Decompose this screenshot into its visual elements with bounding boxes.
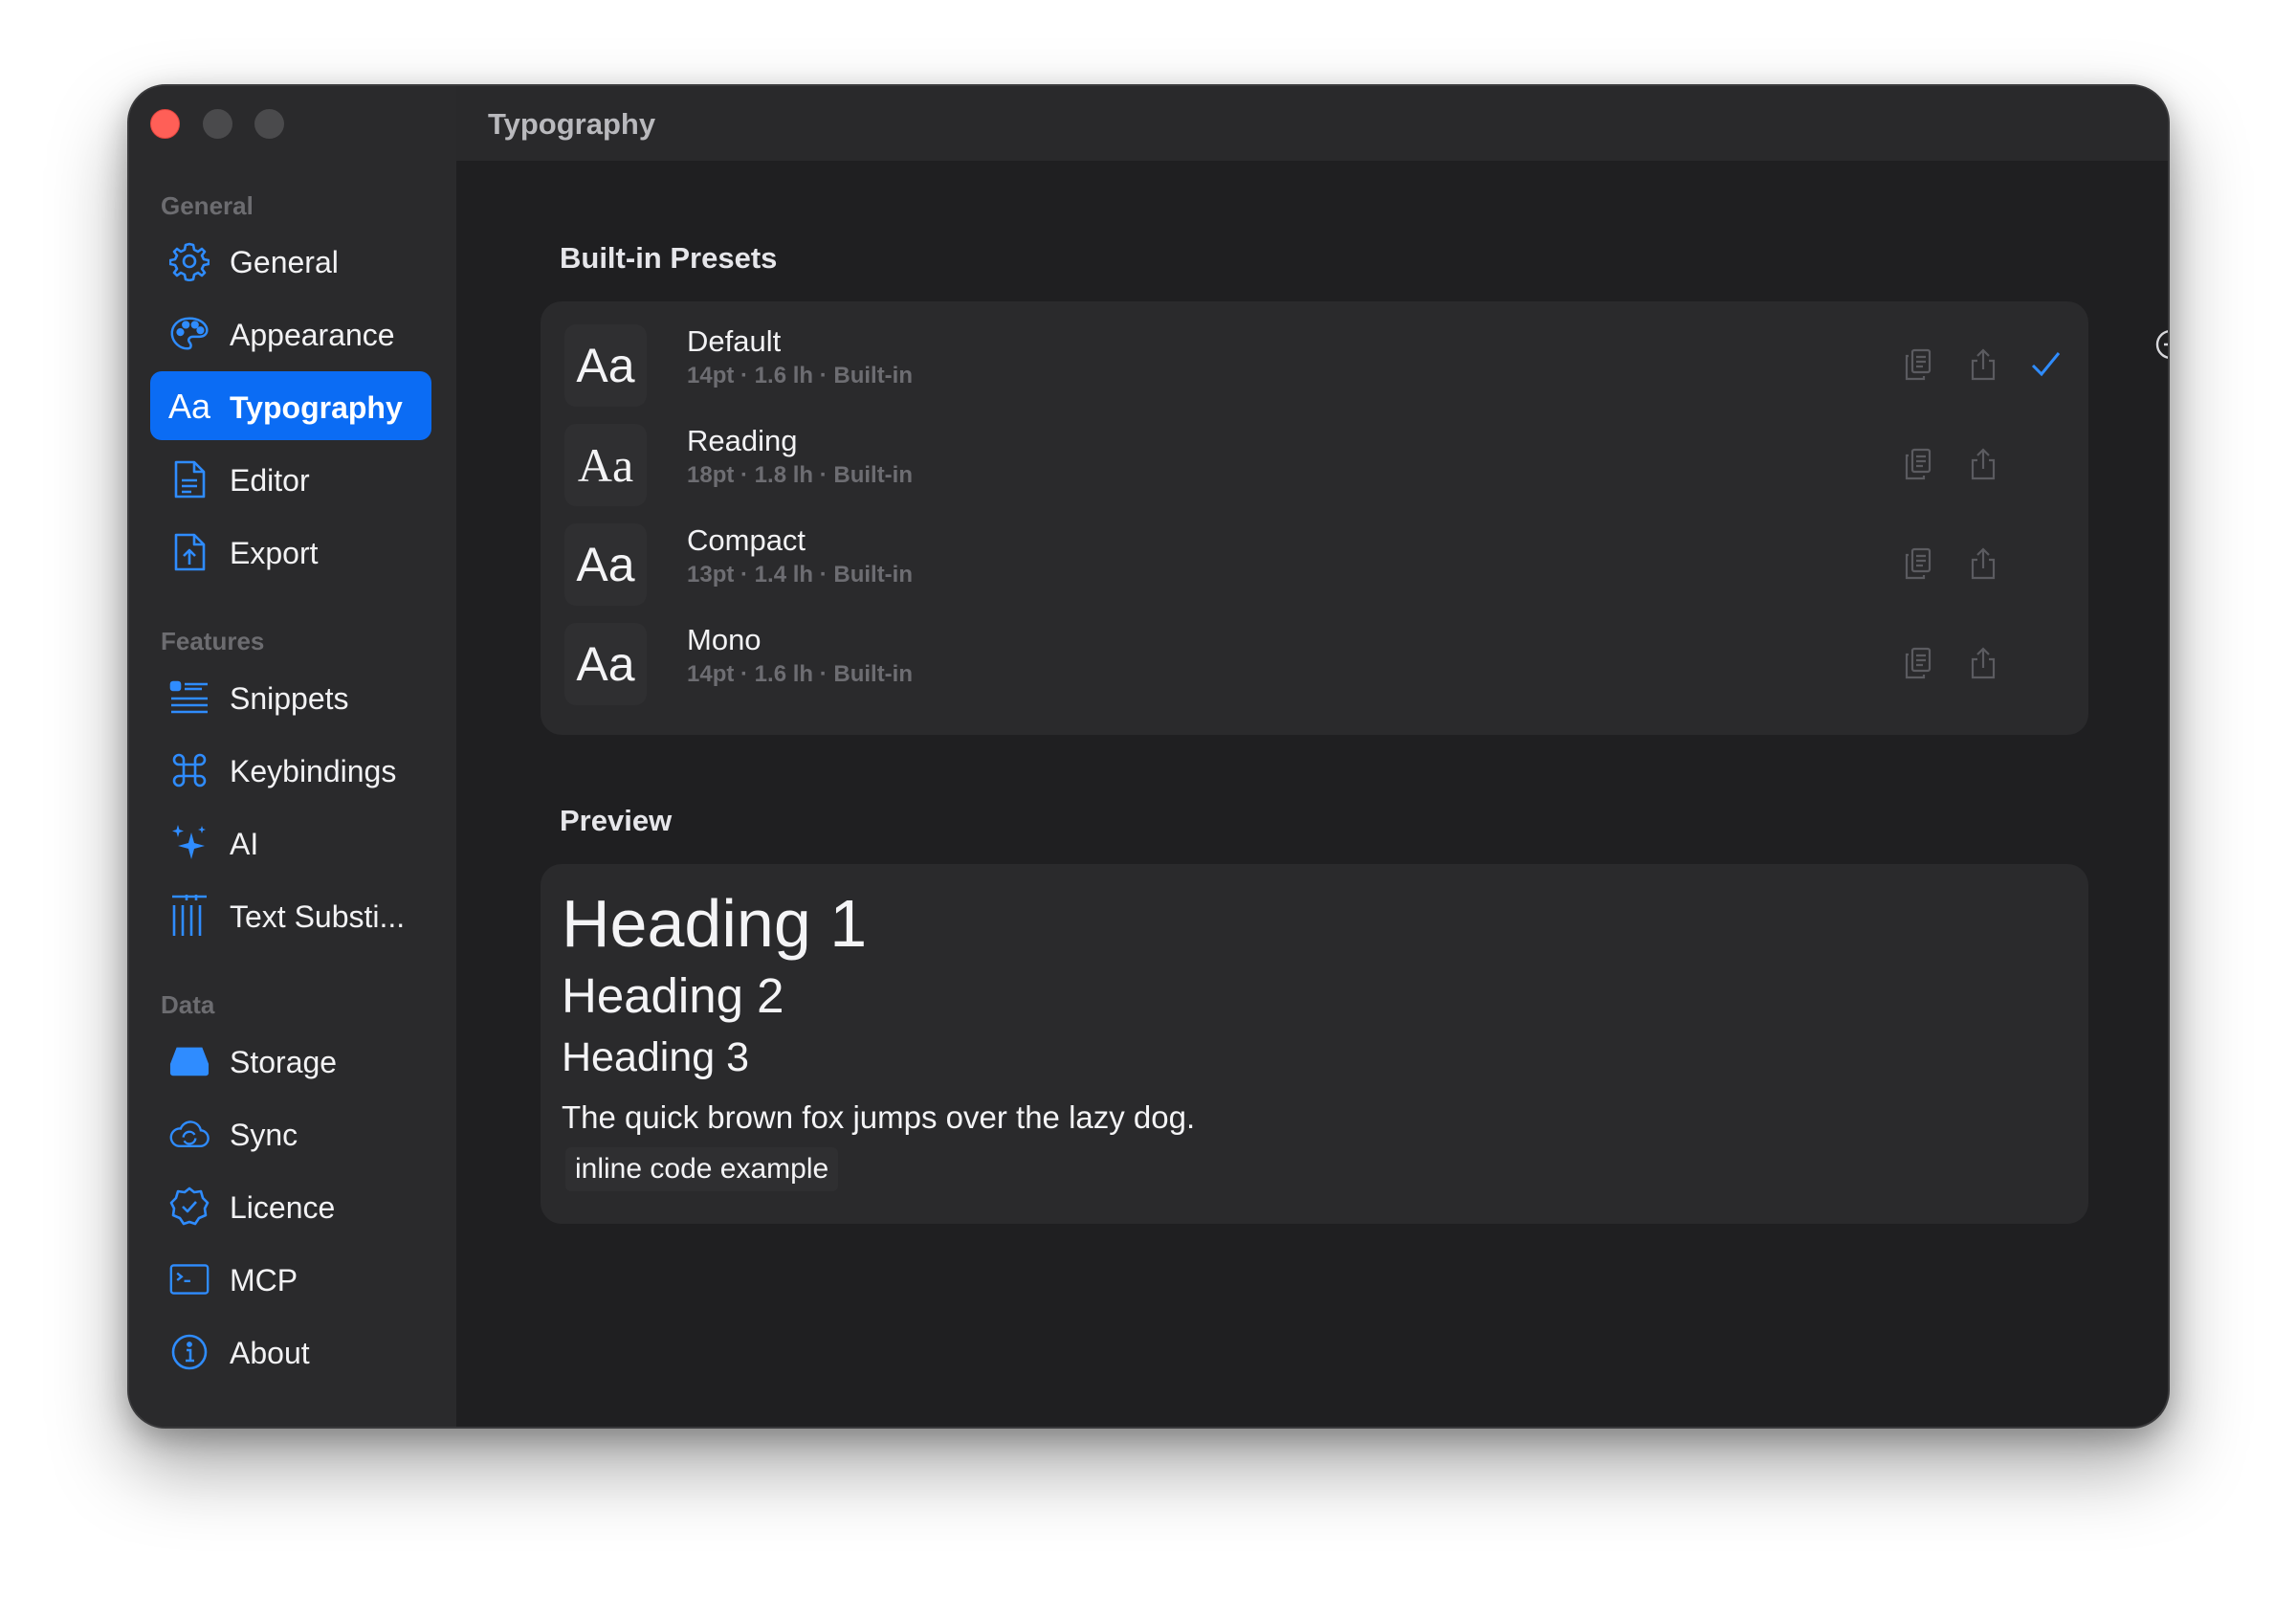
plus-circle-icon bbox=[2155, 330, 2168, 359]
window-title: Typography bbox=[488, 107, 656, 141]
preset-row-reading[interactable]: Aa Reading 18pt · 1.8 lh · Built-in bbox=[541, 414, 2088, 514]
sidebar-section-features: Features bbox=[161, 627, 265, 655]
sidebar-item-general[interactable]: General bbox=[150, 226, 431, 295]
checkmark-icon bbox=[2031, 352, 2061, 377]
share-icon bbox=[1971, 448, 1996, 480]
preset-preview: Aa bbox=[564, 424, 647, 506]
sidebar-item-label: About bbox=[230, 1336, 310, 1370]
preset-name: Compact bbox=[687, 523, 806, 557]
sidebar-item-ai[interactable]: AI bbox=[150, 808, 431, 876]
share-preset-button[interactable] bbox=[1967, 646, 1999, 680]
sidebar-item-sync[interactable]: Sync bbox=[150, 1098, 431, 1167]
sidebar-item-text-substitutions[interactable]: Text Substi... bbox=[150, 880, 431, 949]
preset-row-default[interactable]: Aa Default 14pt · 1.6 lh · Built-in bbox=[541, 315, 2088, 414]
preset-preview: Aa bbox=[564, 523, 647, 606]
sidebar-item-label: Licence bbox=[230, 1190, 336, 1225]
share-icon bbox=[1971, 647, 1996, 679]
command-icon bbox=[169, 750, 210, 790]
preset-meta: 14pt · 1.6 lh · Built-in bbox=[687, 661, 914, 687]
aa-icon: Aa bbox=[167, 387, 211, 426]
duplicate-preset-button[interactable] bbox=[1902, 347, 1934, 382]
sidebar-item-label: Sync bbox=[230, 1118, 298, 1152]
preset-row-compact[interactable]: Aa Compact 13pt · 1.4 lh · Built-in bbox=[541, 514, 2088, 613]
share-preset-button[interactable] bbox=[1967, 546, 1999, 581]
minimize-window-button[interactable] bbox=[203, 109, 232, 139]
preset-meta: 14pt · 1.6 lh · Built-in bbox=[687, 363, 914, 388]
preview-inline-code: inline code example bbox=[565, 1147, 839, 1191]
preview-paragraph: The quick brown fox jumps over the lazy … bbox=[562, 1099, 1196, 1135]
cloud-sync-icon bbox=[169, 1114, 210, 1154]
sidebar-item-licence[interactable]: Licence bbox=[150, 1171, 431, 1240]
selected-check bbox=[2029, 347, 2062, 382]
copy-icon bbox=[1905, 448, 1932, 480]
sidebar-item-label: AI bbox=[230, 827, 259, 861]
preview-heading-2: Heading 2 bbox=[562, 968, 784, 1023]
checkmark-seal-icon bbox=[169, 1187, 210, 1227]
text-substitution-icon bbox=[169, 895, 210, 936]
copy-icon bbox=[1905, 348, 1932, 381]
preview-heading-3: Heading 3 bbox=[562, 1034, 750, 1080]
copy-icon bbox=[1905, 647, 1932, 679]
share-icon bbox=[1971, 348, 1996, 381]
zoom-window-button[interactable] bbox=[254, 109, 284, 139]
titlebar bbox=[456, 86, 2168, 161]
sidebar-item-mcp[interactable]: MCP bbox=[150, 1244, 431, 1313]
share-icon bbox=[1971, 547, 1996, 580]
preset-row-mono[interactable]: Aa Mono 14pt · 1.6 lh · Built-in bbox=[541, 613, 2088, 713]
settings-window: General General Appearance Aa Typography… bbox=[127, 84, 2170, 1429]
sidebar-section-data: Data bbox=[161, 990, 215, 1019]
sidebar-item-label: Editor bbox=[230, 463, 310, 498]
preset-preview: Aa bbox=[564, 623, 647, 705]
sidebar-item-label: MCP bbox=[230, 1263, 298, 1298]
preset-preview: Aa bbox=[564, 324, 647, 407]
sidebar-item-snippets[interactable]: Snippets bbox=[150, 662, 431, 731]
export-document-icon bbox=[169, 532, 210, 572]
preview-heading: Preview bbox=[560, 804, 673, 837]
sidebar-item-label: Storage bbox=[230, 1045, 338, 1079]
document-icon bbox=[169, 459, 210, 499]
presets-heading: Built-in Presets bbox=[560, 241, 778, 275]
sidebar-item-label: Keybindings bbox=[230, 754, 397, 788]
sidebar-item-typography[interactable]: Aa Typography bbox=[150, 371, 431, 440]
sidebar-item-export[interactable]: Export bbox=[150, 517, 431, 586]
presets-list: Aa Default 14pt · 1.6 lh · Built-in Aa R… bbox=[541, 301, 2088, 735]
preview-panel: Heading 1 Heading 2 Heading 3 The quick … bbox=[541, 864, 2088, 1224]
duplicate-preset-button[interactable] bbox=[1902, 646, 1934, 680]
info-icon bbox=[169, 1332, 210, 1372]
share-preset-button[interactable] bbox=[1967, 447, 1999, 481]
sidebar-section-general: General bbox=[161, 191, 254, 220]
terminal-icon bbox=[169, 1259, 210, 1299]
preset-meta: 18pt · 1.8 lh · Built-in bbox=[687, 462, 914, 488]
sidebar-item-appearance[interactable]: Appearance bbox=[150, 299, 431, 367]
close-window-button[interactable] bbox=[150, 109, 180, 139]
preset-name: Default bbox=[687, 324, 782, 358]
sidebar: General General Appearance Aa Typography… bbox=[129, 86, 456, 1427]
copy-icon bbox=[1905, 547, 1932, 580]
sidebar-item-about[interactable]: About bbox=[150, 1317, 431, 1386]
duplicate-preset-button[interactable] bbox=[1902, 447, 1934, 481]
preset-name: Mono bbox=[687, 623, 762, 656]
drive-icon bbox=[169, 1041, 210, 1081]
preset-name: Reading bbox=[687, 424, 798, 457]
sidebar-item-label: Appearance bbox=[230, 318, 395, 352]
duplicate-preset-button[interactable] bbox=[1902, 546, 1934, 581]
sidebar-item-storage[interactable]: Storage bbox=[150, 1026, 431, 1095]
palette-icon bbox=[169, 314, 210, 354]
preset-meta: 13pt · 1.4 lh · Built-in bbox=[687, 562, 914, 588]
sidebar-item-label: Typography bbox=[230, 390, 403, 425]
preview-heading-1: Heading 1 bbox=[562, 886, 868, 961]
sidebar-item-label: Export bbox=[230, 536, 319, 570]
sparkles-icon bbox=[169, 823, 210, 863]
sidebar-item-editor[interactable]: Editor bbox=[150, 444, 431, 513]
sidebar-item-label: Text Substi... bbox=[230, 899, 406, 934]
sidebar-item-label: General bbox=[230, 245, 339, 279]
sidebar-item-label: Snippets bbox=[230, 681, 349, 716]
sidebar-item-keybindings[interactable]: Keybindings bbox=[150, 735, 431, 804]
list-icon bbox=[169, 677, 210, 718]
share-preset-button[interactable] bbox=[1967, 347, 1999, 382]
add-preset-button[interactable] bbox=[2154, 328, 2168, 361]
gear-icon bbox=[169, 241, 210, 281]
